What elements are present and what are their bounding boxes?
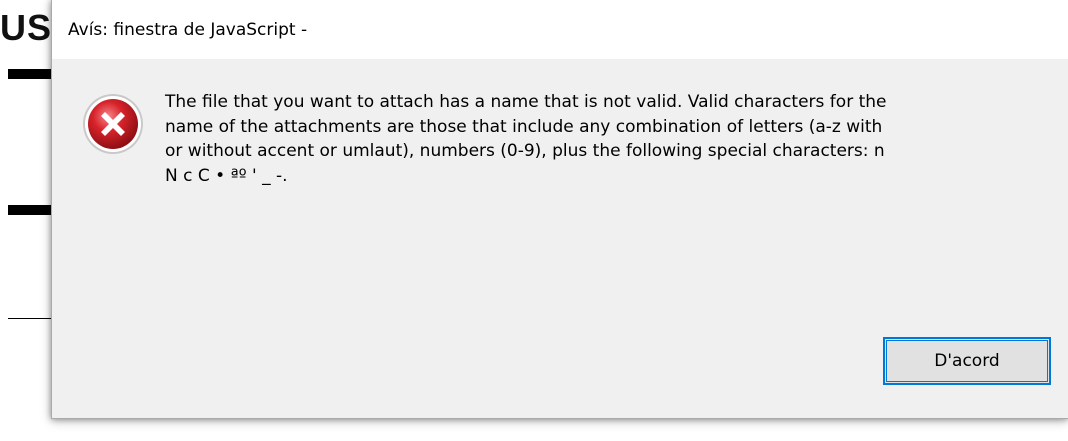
message-line: N c C • ªº ' _ -. xyxy=(165,165,288,186)
error-icon xyxy=(83,94,143,154)
message-line: or without accent or umlaut), numbers (0… xyxy=(165,141,885,161)
dialog-title: Avís: finestra de JavaScript - xyxy=(68,20,308,40)
ok-button-label: D'acord xyxy=(934,351,1000,371)
background-bar xyxy=(8,69,52,79)
background-heading-fragment: US xyxy=(0,7,53,48)
dialog-titlebar[interactable]: Avís: finestra de JavaScript - xyxy=(52,0,1068,59)
background-bar xyxy=(8,205,52,215)
javascript-alert-dialog: Avís: finestra de JavaScript - The file … xyxy=(51,0,1068,419)
background-divider xyxy=(8,318,52,319)
message-line: name of the attachments are those that i… xyxy=(165,116,883,137)
message-line: The file that you want to attach has a n… xyxy=(165,92,887,112)
ok-button[interactable]: D'acord xyxy=(883,337,1051,385)
dialog-message: The file that you want to attach has a n… xyxy=(165,90,1055,188)
